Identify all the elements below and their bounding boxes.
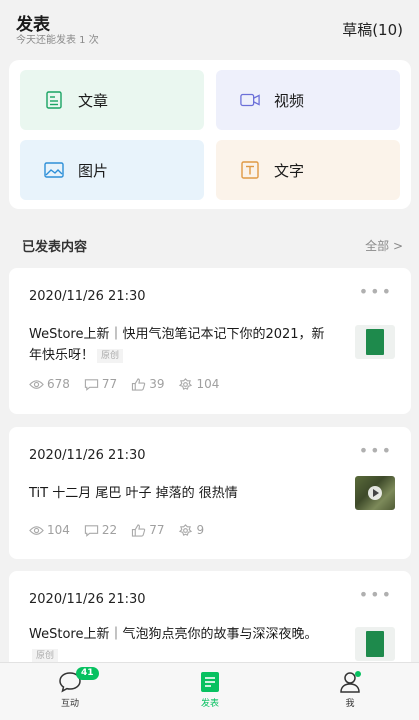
create-article-label: 文章 [78, 91, 109, 110]
published-section-header: 已发表内容 全部 > [0, 228, 419, 264]
eye-icon [29, 379, 44, 389]
original-badge: 原创 [32, 648, 59, 663]
publish-icon [201, 672, 219, 692]
notification-badge: 41 [76, 667, 99, 680]
tab-interactions-label: 互动 [60, 699, 79, 709]
share-icon [179, 523, 193, 536]
post-card[interactable]: 2020/11/26 21:30 ••• TiT 十二月 尾巴 叶子 掉落的 很… [9, 427, 411, 559]
tab-me-label: 我 [345, 699, 355, 709]
post-thumbnail [355, 476, 395, 510]
tab-me[interactable]: 我 [320, 671, 380, 709]
notebook-image [366, 631, 384, 657]
create-image-button[interactable]: 图片 [20, 140, 204, 200]
post-stats: 678 77 39 104 [29, 377, 219, 391]
post-time: 2020/11/26 21:30 [29, 448, 146, 463]
post-thumbnail [355, 325, 395, 359]
tab-interactions[interactable]: 41 互动 [40, 667, 100, 709]
create-text-label: 文字 [274, 161, 305, 180]
create-image-label: 图片 [78, 161, 109, 180]
create-panel: 文章 视频 图片 文字 [9, 60, 411, 209]
comments-count: 77 [101, 377, 118, 391]
post-stats: 104 22 77 9 [29, 523, 204, 537]
create-video-button[interactable]: 视频 [216, 70, 400, 130]
video-icon [240, 90, 260, 110]
shares-stat: 104 [178, 377, 219, 391]
original-badge: 原创 [97, 348, 124, 363]
comments-count: 22 [101, 523, 118, 537]
play-icon [368, 486, 382, 500]
post-text-content: WeStore上新｜气泡狗点亮你的故事与深深夜晚。 [29, 627, 318, 642]
thumbs-up-icon [132, 377, 146, 391]
comment-icon [84, 378, 99, 391]
create-article-button[interactable]: 文章 [20, 70, 204, 130]
views-stat: 678 [29, 377, 70, 391]
likes-count: 77 [149, 523, 165, 537]
drafts-button[interactable]: 草稿(10) [342, 19, 403, 40]
post-card[interactable]: 2020/11/26 21:30 ••• WeStore上新｜快用气泡笔记本记下… [9, 268, 411, 414]
more-options-icon[interactable]: ••• [359, 441, 393, 460]
views-stat: 104 [29, 523, 70, 537]
comment-icon [84, 524, 99, 537]
article-icon [44, 90, 64, 110]
header: 发表 今天还能发表 1 次 草稿(10) [0, 0, 419, 56]
status-dot [355, 671, 361, 677]
comments-stat: 22 [84, 523, 117, 537]
bottom-tab-bar: 41 互动 发表 我 [0, 662, 419, 720]
post-time: 2020/11/26 21:30 [29, 289, 146, 304]
thumbs-up-icon [132, 523, 146, 537]
shares-count: 104 [196, 377, 220, 391]
image-icon [44, 160, 64, 180]
views-count: 678 [47, 377, 70, 391]
more-options-icon[interactable]: ••• [359, 282, 393, 301]
post-text: WeStore上新｜快用气泡笔记本记下你的2021，新年快乐呀！ 原创 [29, 324, 329, 366]
view-all-link[interactable]: 全部 > [365, 237, 403, 254]
views-count: 104 [47, 523, 70, 537]
shares-count: 9 [196, 523, 205, 537]
more-options-icon[interactable]: ••• [359, 585, 393, 604]
post-text-content: WeStore上新｜快用气泡笔记本记下你的2021，新年快乐呀！ [29, 327, 325, 363]
post-text: WeStore上新｜气泡狗点亮你的故事与深深夜晚。原创 [29, 624, 329, 666]
published-title: 已发表内容 [22, 240, 88, 255]
create-video-label: 视频 [274, 91, 305, 110]
likes-stat: 77 [131, 523, 164, 537]
tab-publish[interactable]: 发表 [180, 671, 240, 709]
text-icon [240, 160, 260, 180]
tab-publish-label: 发表 [200, 699, 219, 709]
post-text: TiT 十二月 尾巴 叶子 掉落的 很热情 [29, 486, 238, 501]
comments-stat: 77 [84, 377, 117, 391]
notebook-image [366, 329, 384, 355]
shares-stat: 9 [178, 523, 204, 537]
create-text-button[interactable]: 文字 [216, 140, 400, 200]
share-icon [179, 377, 193, 390]
post-thumbnail [355, 627, 395, 661]
publish-quota-text: 今天还能发表 1 次 [16, 35, 99, 46]
likes-stat: 39 [131, 377, 164, 391]
likes-count: 39 [149, 377, 165, 391]
eye-icon [29, 525, 44, 535]
post-time: 2020/11/26 21:30 [29, 592, 146, 607]
